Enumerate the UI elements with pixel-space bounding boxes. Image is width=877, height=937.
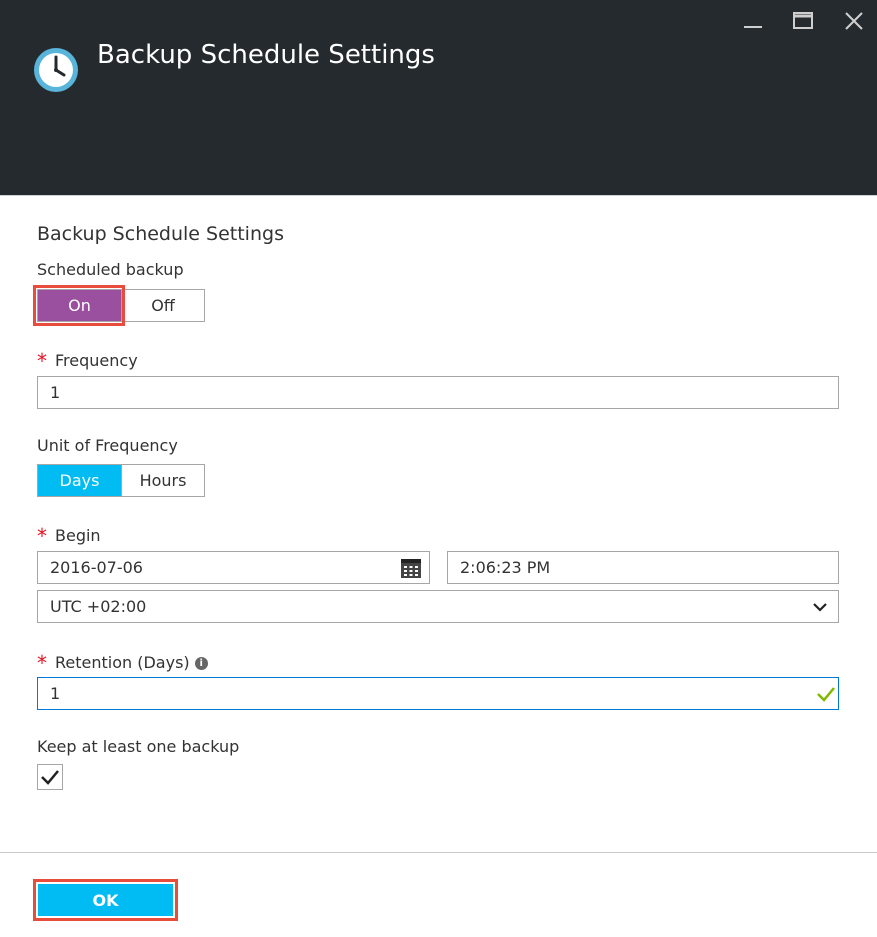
unit-days-button[interactable]: Days	[38, 465, 121, 496]
valid-check-icon	[817, 687, 835, 702]
timezone-select[interactable]: UTC +02:00	[37, 590, 839, 623]
maximize-icon[interactable]	[792, 10, 814, 32]
retention-label-text: Retention (Days)	[55, 653, 190, 672]
info-icon[interactable]: i	[194, 657, 208, 670]
footer-divider	[0, 852, 877, 853]
checkmark-icon	[41, 770, 59, 785]
unit-of-frequency-label: Unit of Frequency	[37, 436, 178, 455]
keep-one-backup-checkbox[interactable]	[37, 764, 63, 790]
section-title: Backup Schedule Settings	[37, 223, 284, 245]
unit-of-frequency-toggle: Days Hours	[37, 464, 205, 497]
blade-title: Backup Schedule Settings	[97, 40, 435, 70]
retention-input[interactable]	[37, 677, 839, 710]
timezone-value: UTC +02:00	[50, 597, 147, 616]
begin-time-input[interactable]	[447, 551, 839, 584]
begin-label-text: Begin	[55, 526, 101, 545]
begin-label: * Begin	[37, 522, 101, 548]
header-divider	[0, 195, 877, 196]
close-icon[interactable]	[843, 10, 865, 32]
frequency-label: * Frequency	[37, 347, 138, 373]
retention-label: * Retention (Days) i	[37, 649, 208, 675]
frequency-input[interactable]	[37, 376, 839, 409]
keep-one-backup-label: Keep at least one backup	[37, 737, 240, 756]
scheduled-backup-off-button[interactable]: Off	[121, 290, 204, 321]
begin-date-input[interactable]	[37, 551, 430, 584]
clock-icon	[34, 48, 78, 92]
scheduled-backup-on-button[interactable]: On	[38, 290, 121, 321]
required-asterisk: *	[37, 524, 47, 548]
blade-header: Backup Schedule Settings	[0, 0, 877, 195]
minimize-icon[interactable]	[742, 10, 764, 32]
calendar-icon[interactable]	[400, 557, 422, 579]
required-asterisk: *	[37, 349, 47, 373]
scheduled-backup-toggle: On Off	[37, 289, 205, 322]
unit-hours-button[interactable]: Hours	[121, 465, 204, 496]
required-asterisk: *	[37, 651, 47, 675]
chevron-down-icon	[813, 603, 827, 612]
ok-button[interactable]: OK	[38, 884, 173, 916]
frequency-label-text: Frequency	[55, 351, 138, 370]
scheduled-backup-label: Scheduled backup	[37, 260, 184, 279]
